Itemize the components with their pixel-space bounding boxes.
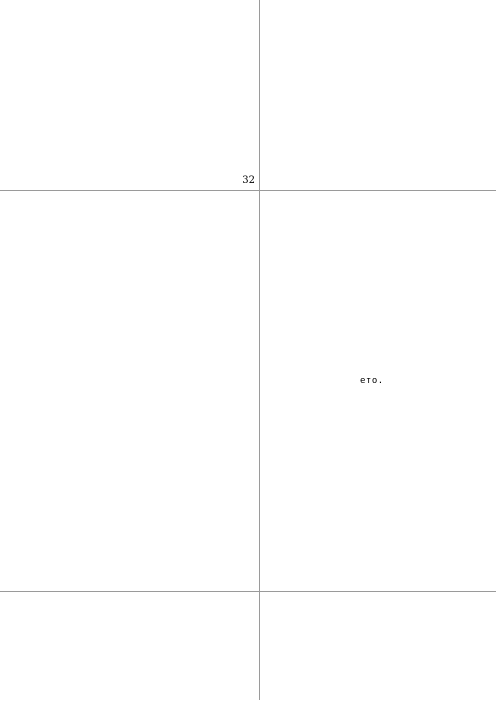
vertical-divider	[259, 0, 260, 700]
page-number: 32	[242, 175, 255, 186]
horizontal-divider-top	[0, 190, 496, 191]
text-fragment: ето.	[360, 376, 384, 386]
document-page: 32 ето.	[0, 0, 496, 701]
horizontal-divider-bottom	[0, 591, 496, 592]
